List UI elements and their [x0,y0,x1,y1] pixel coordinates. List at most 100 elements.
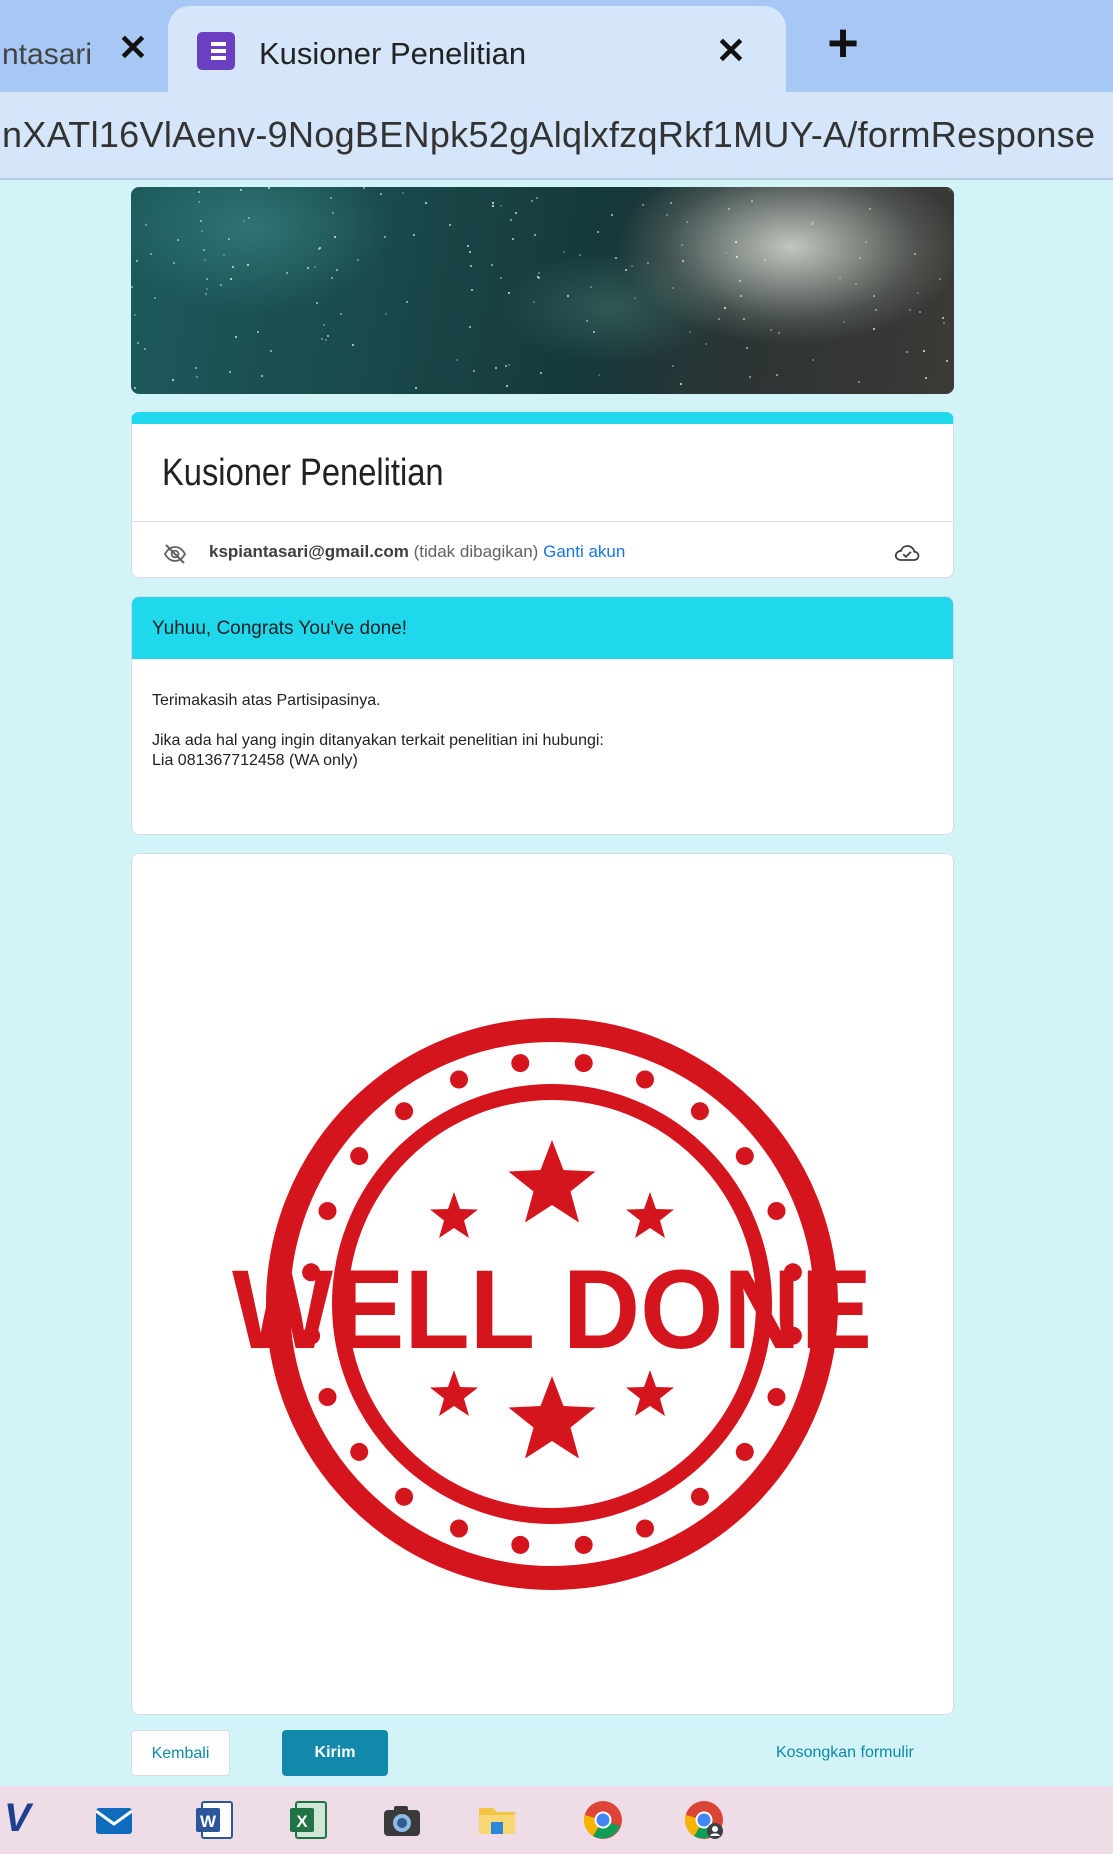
address-bar[interactable]: nXATl16VlAenv-9NogBENpk52gAlqlxfzqRkf1MU… [0,92,1113,180]
switch-account-link[interactable]: Ganti akun [543,542,625,561]
banner-star [220,284,222,286]
banner-star [491,264,493,266]
stamp-dot [735,1442,754,1461]
banner-star [682,260,684,262]
address-url[interactable]: nXATl16VlAenv-9NogBENpk52gAlqlxfzqRkf1MU… [2,114,1095,156]
banner-star [875,309,877,311]
banner-star [327,335,329,337]
file-explorer-icon[interactable] [475,1798,519,1842]
description-line: Jika ada hal yang ingin ditanyakan terka… [152,732,604,749]
banner-star [611,214,613,216]
banner-star [230,278,232,280]
banner-star [597,231,599,233]
banner-star [746,347,748,349]
banner-star [206,278,208,280]
banner-star [500,205,502,207]
banner-star [811,223,813,225]
banner-star [508,292,510,294]
banner-star [247,264,249,266]
svg-text:W: W [200,1812,217,1831]
visual-studio-icon[interactable]: V [4,1796,48,1840]
banner-star [776,374,778,376]
banner-star [145,224,147,226]
banner-star [203,249,205,251]
banner-star [456,359,458,361]
section-description: Terimakasih atas Partisipasinya. Jika ad… [152,691,604,771]
banner-star [740,295,742,297]
banner-star [198,191,200,193]
banner-star [538,277,540,279]
tab-title: ntasari [2,38,93,71]
banner-star [540,372,542,374]
chrome-icon[interactable] [581,1798,625,1842]
banner-star [567,295,569,297]
banner-star [471,289,473,291]
browser-tab-active[interactable]: Kusioner Penelitian ✕ [168,6,786,92]
banner-star [642,204,644,206]
banner-star [906,351,908,353]
banner-star [286,272,288,274]
banner-star [318,248,320,250]
stamp-dot [735,1147,754,1166]
account-info: kspiantasari@gmail.com (tidak dibagikan)… [209,542,625,562]
stamp-dot [574,1054,593,1073]
stamp-dot [690,1102,709,1121]
back-button[interactable]: Kembali [131,1730,230,1776]
banner-star [137,342,139,344]
banner-star [770,329,772,331]
stamp-dot [318,1202,337,1220]
banner-star [681,244,683,246]
banner-star [689,331,691,333]
stamp-dot [511,1054,530,1073]
banner-star [873,295,875,297]
banner-star [467,245,469,247]
banner-star [270,350,272,352]
close-icon[interactable]: ✕ [113,28,153,68]
banner-star [228,238,230,240]
camera-icon[interactable] [380,1798,424,1842]
stamp-dot [574,1535,593,1554]
banner-star [533,301,535,303]
banner-star [724,307,726,309]
banner-star [764,259,766,261]
submit-button[interactable]: Kirim [282,1730,388,1776]
mail-icon[interactable] [92,1798,136,1842]
close-icon[interactable]: ✕ [710,30,752,72]
banner-star [307,267,309,269]
banner-star [735,241,737,243]
banner-star [200,220,202,222]
banner-star [586,320,588,322]
excel-icon[interactable]: X [286,1798,330,1842]
banner-star [515,212,517,214]
banner-star [321,338,323,340]
banner-star [923,350,925,352]
chrome-profile-icon[interactable] [682,1798,726,1842]
banner-star [201,230,203,232]
well-done-stamp-image: WELL DONE [232,1018,872,1590]
banner-star [469,326,471,328]
banner-star [473,370,475,372]
banner-star [323,324,325,326]
stamp-dot [636,1070,654,1089]
stamp-dot [636,1519,654,1538]
banner-star [534,234,536,236]
banner-star [134,314,136,316]
stamp-dot [450,1519,468,1538]
banner-star [223,254,225,256]
banner-star [413,234,415,236]
stamp-dot [767,1388,786,1406]
stamp-dot [450,1070,468,1089]
banner-star [736,256,738,258]
new-tab-button[interactable]: + [820,16,866,70]
section-card: Yuhuu, Congrats You've done! Terimakasih… [131,596,954,835]
banner-star [869,208,871,210]
tab-title: Kusioner Penelitian [259,36,527,71]
word-icon[interactable]: W [192,1798,236,1842]
cloud-saved-icon [894,545,920,561]
banner-star [634,297,636,299]
page-title: Kusioner Penelitian [162,452,444,494]
browser-tab[interactable]: ntasari ✕ [0,10,165,92]
banner-star [352,344,354,346]
banner-star [579,254,581,256]
clear-form-button[interactable]: Kosongkan formulir [776,1744,914,1762]
